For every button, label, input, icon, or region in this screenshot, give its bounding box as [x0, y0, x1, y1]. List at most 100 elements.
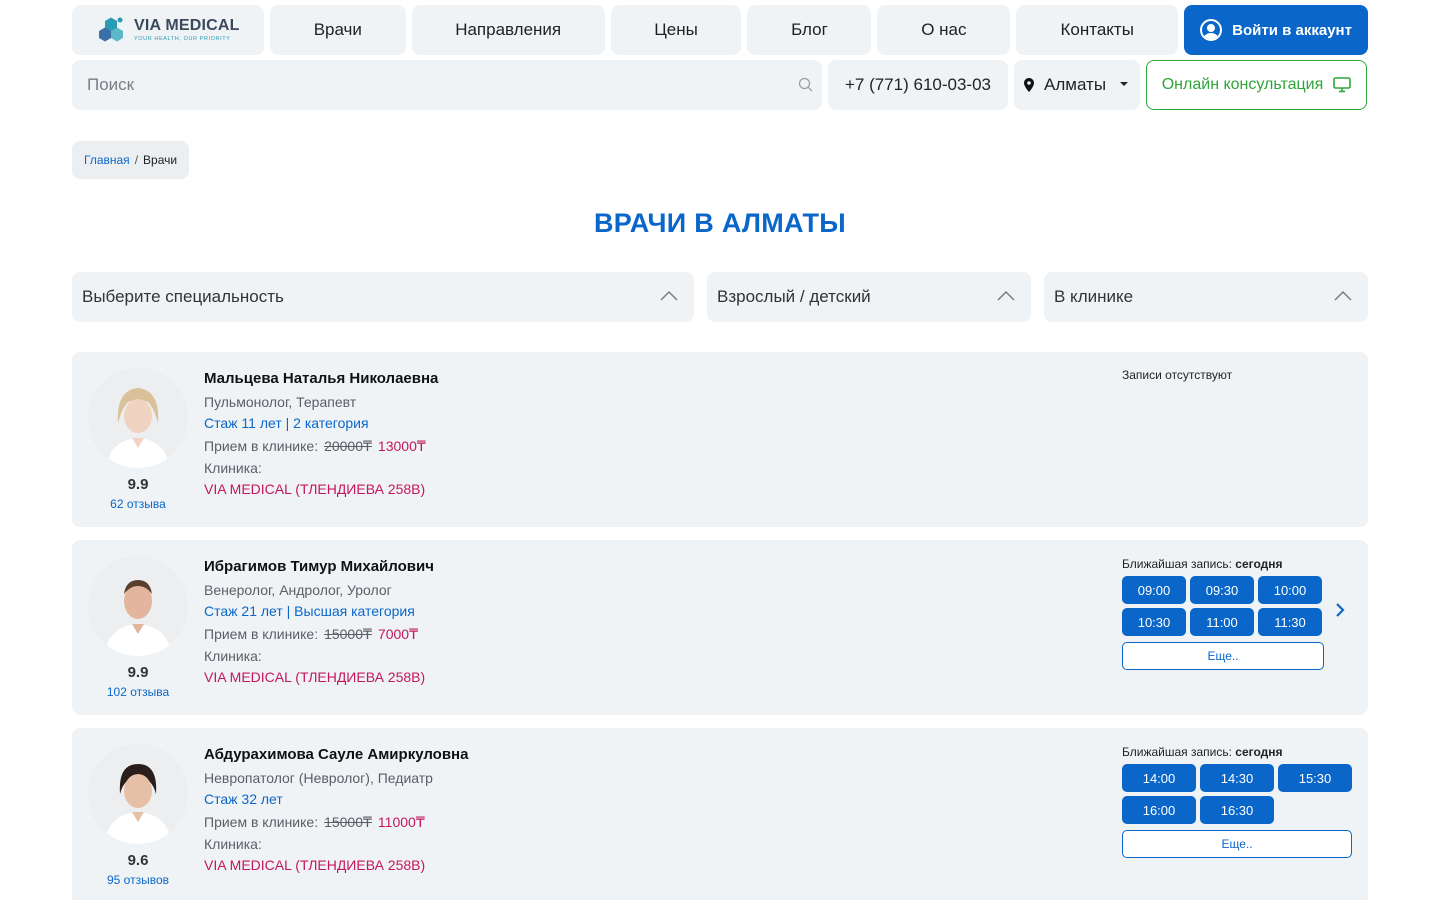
price-new: 7000₸: [377, 626, 418, 642]
time-slot[interactable]: 16:00: [1122, 796, 1196, 824]
nav-about[interactable]: О нас: [877, 5, 1011, 55]
time-slot[interactable]: 09:00: [1122, 576, 1186, 604]
doctor-info: Абдурахимова Сауле Амиркуловна Невропато…: [204, 744, 468, 877]
nav-prices[interactable]: Цены: [610, 5, 742, 55]
specialty-filter-label: Выберите специальность: [82, 287, 284, 306]
clinic-label: Клиника:: [204, 460, 262, 476]
time-slot[interactable]: 14:30: [1200, 764, 1274, 792]
breadcrumb: Главная / Врачи: [72, 141, 190, 179]
doctor-card[interactable]: 9.9 62 отзыва Мальцева Наталья Николаевн…: [72, 352, 1368, 527]
clinic-label: Клиника:: [204, 836, 262, 852]
price-label: Прием в клинике:: [204, 626, 319, 642]
doctor-specialty: Пульмонолог, Терапевт: [204, 394, 357, 410]
consult-label: Онлайн консультация: [1161, 76, 1324, 93]
search-placeholder: Поиск: [87, 75, 135, 94]
page-title: ВРАЧИ В АЛМАТЫ: [594, 208, 846, 238]
doctor-photo[interactable]: [88, 744, 188, 844]
breadcrumb-current: Врачи: [143, 153, 178, 167]
more-slots-button[interactable]: Еще..: [1122, 830, 1352, 858]
nav-contacts[interactable]: Контакты: [1016, 5, 1179, 55]
more-slots-button[interactable]: Еще..: [1122, 642, 1324, 670]
doctor-info: Мальцева Наталья Николаевна Пульмонолог,…: [204, 368, 438, 501]
toolbar: Поиск +7 (771) 610-03-03 Алматы Онлайн к…: [72, 60, 1368, 110]
caret-down-icon: [1120, 82, 1128, 86]
doctor-name[interactable]: Абдурахимова Сауле Амиркуловна: [204, 744, 468, 766]
doctor-rating: 9.9: [127, 664, 149, 681]
nav-directions[interactable]: Направления: [411, 5, 605, 55]
specialty-filter[interactable]: Выберите специальность: [72, 272, 694, 322]
city-value: Алматы: [1044, 75, 1107, 94]
time-slot[interactable]: 11:30: [1258, 608, 1322, 636]
doctor-experience: Стаж 21 лет | Высшая категория: [204, 603, 415, 619]
logo[interactable]: VIA MEDICAL YOUR HEALTH, OUR PRIORITY: [72, 5, 264, 55]
appointment-slots: Ближайшая запись: сегодня 14:00 14:30 15…: [1122, 742, 1352, 858]
chevron-up-icon: [1334, 291, 1352, 301]
doctor-photo[interactable]: [88, 368, 188, 468]
phone-number[interactable]: +7 (771) 610-03-03: [828, 60, 1008, 110]
login-button[interactable]: Войти в аккаунт: [1184, 5, 1368, 55]
logo-tagline: YOUR HEALTH, OUR PRIORITY: [134, 35, 231, 42]
breadcrumb-home[interactable]: Главная: [84, 153, 130, 167]
doctor-specialty: Венеролог, Андролог, Уролог: [204, 582, 392, 598]
logo-hexagons-icon: [99, 17, 123, 42]
time-slot[interactable]: 10:30: [1122, 608, 1186, 636]
price-new: 11000₸: [377, 814, 425, 830]
top-navigation: VIA MEDICAL YOUR HEALTH, OUR PRIORITY Вр…: [72, 5, 1368, 55]
doctor-reviews-link[interactable]: 102 отзыва: [88, 685, 188, 699]
clinic-label: Клиника:: [204, 648, 262, 664]
user-icon: [1200, 19, 1223, 41]
chevron-right-icon[interactable]: [1334, 602, 1346, 618]
time-slot[interactable]: 10:00: [1258, 576, 1322, 604]
no-slots-note: Записи отсутствуют: [1122, 368, 1233, 382]
time-slot[interactable]: 15:30: [1278, 764, 1352, 792]
doctor-rating: 9.6: [127, 852, 149, 869]
doctor-photo[interactable]: [88, 556, 188, 656]
monitor-icon: [1333, 77, 1352, 93]
doctor-info: Ибрагимов Тимур Михайлович Венеролог, Ан…: [204, 556, 434, 689]
nav-doctors[interactable]: Врачи: [269, 5, 406, 55]
online-consultation-button[interactable]: Онлайн консультация: [1146, 60, 1367, 110]
price-old: 20000₸: [324, 438, 372, 454]
doctor-rating: 9.9: [127, 476, 149, 493]
doctor-price: Прием в клинике: 20000₸ 13000₸: [204, 434, 438, 457]
price-label: Прием в клинике:: [204, 438, 319, 454]
doctor-card[interactable]: 9.6 95 отзывов Абдурахимова Сауле Амирку…: [72, 728, 1368, 900]
doctor-price: Прием в клинике: 15000₸ 11000₸: [204, 810, 468, 833]
time-slot[interactable]: 09:30: [1190, 576, 1254, 604]
doctor-experience: Стаж 32 лет: [204, 791, 283, 807]
chevron-up-icon: [997, 291, 1015, 301]
city-select[interactable]: Алматы: [1014, 60, 1140, 110]
search-icon[interactable]: [798, 77, 814, 93]
price-label: Прием в клинике:: [204, 814, 319, 830]
doctor-reviews-link[interactable]: 95 отзывов: [88, 873, 188, 887]
next-appointment-day: сегодня: [1235, 557, 1283, 571]
chevron-up-icon: [660, 291, 678, 301]
age-filter[interactable]: Взрослый / детский: [707, 272, 1031, 322]
next-appointment-prefix: Ближайшая запись:: [1122, 745, 1232, 759]
doctor-name[interactable]: Мальцева Наталья Николаевна: [204, 368, 438, 390]
time-slot[interactable]: 16:30: [1200, 796, 1274, 824]
clinic-name[interactable]: VIA MEDICAL (ТЛЕНДИЕВА 258В): [204, 667, 434, 689]
doctor-specialty: Невропатолог (Невролог), Педиатр: [204, 770, 433, 786]
filters: Выберите специальность Взрослый / детски…: [72, 272, 1368, 322]
time-slot[interactable]: 11:00: [1190, 608, 1254, 636]
next-appointment-prefix: Ближайшая запись:: [1122, 557, 1232, 571]
clinic-name[interactable]: VIA MEDICAL (ТЛЕНДИЕВА 258В): [204, 479, 438, 501]
doctor-experience: Стаж 11 лет | 2 категория: [204, 415, 369, 431]
search-input[interactable]: Поиск: [72, 60, 822, 110]
price-old: 15000₸: [324, 626, 372, 642]
time-slot[interactable]: 14:00: [1122, 764, 1196, 792]
age-filter-label: Взрослый / детский: [717, 287, 871, 306]
doctor-price: Прием в клинике: 15000₸ 7000₸: [204, 622, 434, 645]
next-appointment: Ближайшая запись: сегодня: [1122, 554, 1324, 574]
breadcrumb-separator: /: [134, 153, 139, 167]
logo-name: VIA MEDICAL: [134, 16, 240, 34]
doctor-card[interactable]: 9.9 102 отзыва Ибрагимов Тимур Михайлови…: [72, 540, 1368, 715]
clinic-name[interactable]: VIA MEDICAL (ТЛЕНДИЕВА 258В): [204, 855, 468, 877]
login-label: Войти в аккаунт: [1232, 21, 1352, 39]
map-pin-icon: [1024, 78, 1034, 92]
doctor-reviews-link[interactable]: 62 отзыва: [88, 497, 188, 511]
nav-blog[interactable]: Блог: [747, 5, 872, 55]
doctor-name[interactable]: Ибрагимов Тимур Михайлович: [204, 556, 434, 578]
place-filter[interactable]: В клинике: [1044, 272, 1368, 322]
